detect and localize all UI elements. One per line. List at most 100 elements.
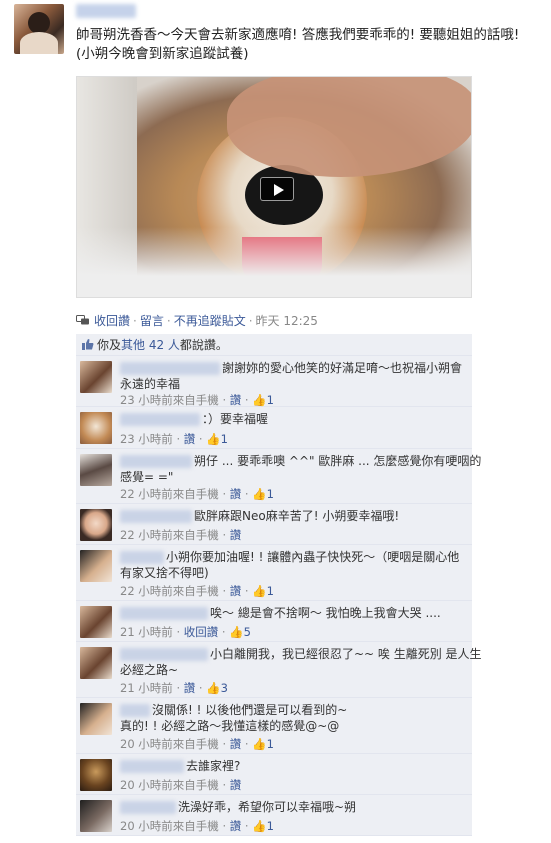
comment-text: 謝謝妳的愛心他笑的好滿足唷～也祝福小朔會 (222, 361, 463, 375)
like-count[interactable]: 1 (267, 584, 274, 598)
comment-text: 朔仔 ... 要乖乖噢 ^^" 歐胖麻 ... 怎麼感覺你有哽咽的 (194, 454, 482, 468)
like-link[interactable]: 讚 (230, 778, 242, 792)
thumbs-up-icon (82, 339, 94, 350)
comment: 謝謝妳的愛心他笑的好滿足唷～也祝福小朔會 永遠的幸福 23 小時前來自手機 · … (76, 356, 472, 407)
likes-prefix: 你及 (97, 338, 122, 352)
comment-meta: 22 小時前來自手機 · 讚 (120, 528, 242, 542)
retract-like-link[interactable]: 收回讚 (94, 314, 130, 328)
commenter-avatar[interactable] (80, 606, 112, 638)
unfollow-link[interactable]: 不再追蹤貼文 (174, 314, 246, 328)
separator: · (133, 314, 137, 328)
like-link[interactable]: 讚 (230, 528, 242, 542)
comment: 唉～ 總是會不捨啊～ 我怕晚上我會大哭 .... 21 小時前 · 收回讚 · … (76, 601, 472, 642)
like-count[interactable]: 5 (244, 625, 251, 639)
commenter-avatar[interactable] (80, 800, 112, 832)
thumbs-up-icon[interactable]: 👍 (252, 737, 266, 751)
thumbs-up-icon[interactable]: 👍 (252, 487, 266, 501)
like-link[interactable]: 讚 (230, 584, 242, 598)
comment-time[interactable]: 20 小時前來自手機 (120, 819, 219, 833)
like-link[interactable]: 讚 (230, 487, 242, 501)
comment-link[interactable]: 留言 (140, 314, 164, 328)
like-count[interactable]: 1 (221, 432, 228, 446)
comment-text-cont: 真的! ! 必經之路～我懂這樣的感覺@~@ (120, 719, 340, 733)
commenter-avatar[interactable] (80, 509, 112, 541)
comment-text: 唉～ 總是會不捨啊～ 我怕晚上我會大哭 .... (210, 606, 441, 620)
commenter-avatar[interactable] (80, 647, 112, 679)
separator: · (166, 314, 171, 328)
like-link[interactable]: 讚 (184, 681, 196, 695)
comment-meta: 21 小時前 · 讚 · 👍3 (120, 681, 228, 695)
like-count[interactable]: 1 (267, 393, 274, 407)
like-link[interactable]: 讚 (184, 432, 196, 446)
feedback-box: 你及其他 42 人都說讚。 謝謝妳的愛心他笑的好滿足唷～也祝福小朔會 永遠的幸福… (76, 334, 482, 836)
comment-text-cont: 感覺= =" (120, 470, 174, 484)
comment-text: 歐胖麻跟Neo麻辛苦了! 小朔要幸福哦! (194, 509, 400, 523)
comment: 小白離開我，我已經很忍了~~ 唉 生離死別 是人生 必經之路~ 21 小時前 ·… (76, 642, 482, 698)
like-count[interactable]: 1 (267, 819, 274, 833)
likes-suffix: 都說讚。 (179, 338, 228, 352)
like-link[interactable]: 讚 (230, 819, 242, 833)
comment-text: 小朔你要加油喔! ! 讓體內蟲子快快死～（哽咽是關心他 (166, 550, 460, 564)
play-icon[interactable] (260, 177, 294, 201)
comment-time[interactable]: 22 小時前來自手機 (120, 487, 219, 501)
commenter-avatar[interactable] (80, 454, 112, 486)
commenter-avatar[interactable] (80, 759, 112, 791)
comment-meta: 23 小時前來自手機 · 讚 · 👍1 (120, 393, 274, 407)
comment-text-cont: 必經之路~ (120, 663, 179, 677)
post-timestamp[interactable]: 昨天 12:25 (256, 314, 318, 328)
comment-time[interactable]: 22 小時前來自手機 (120, 584, 219, 598)
comment-meta: 20 小時前來自手機 · 讚 · 👍1 (120, 819, 274, 833)
thumbs-up-icon[interactable]: 👍 (206, 432, 220, 446)
like-count[interactable]: 1 (267, 737, 274, 751)
comment: 小朔你要加油喔! ! 讓體內蟲子快快死～（哽咽是關心他 有家又捨不得吧) 22 … (76, 545, 472, 601)
comment-meta: 22 小時前來自手機 · 讚 · 👍1 (120, 584, 274, 598)
thumbs-up-icon[interactable]: 👍 (252, 584, 266, 598)
comment: 洗澡好乖，希望你可以幸福哦~朔 20 小時前來自手機 · 讚 · 👍1 (76, 795, 472, 836)
comment-time[interactable]: 23 小時前來自手機 (120, 393, 219, 407)
hand (227, 77, 471, 177)
retract-like-link[interactable]: 收回讚 (184, 625, 219, 639)
comment-time[interactable]: 20 小時前來自手機 (120, 778, 219, 792)
comment-time[interactable]: 22 小時前來自手機 (120, 528, 219, 542)
video-thumbnail[interactable] (76, 76, 472, 298)
poster-name-redacted[interactable] (76, 4, 136, 18)
thumbs-up-icon[interactable]: 👍 (252, 819, 266, 833)
comment: 沒關係! ! 以後他們還是可以看到的~ 真的! ! 必經之路～我懂這樣的感覺@~… (76, 698, 472, 754)
like-link[interactable]: 讚 (230, 737, 242, 751)
comment-meta: 22 小時前來自手機 · 讚 · 👍1 (120, 487, 274, 501)
video-foreground (77, 227, 471, 297)
comment-meta: 23 小時前 · 讚 · 👍1 (120, 432, 228, 446)
thumbs-up-icon[interactable]: 👍 (206, 681, 220, 695)
like-count[interactable]: 3 (221, 681, 228, 695)
thumbs-up-icon[interactable]: 👍 (252, 393, 266, 407)
comment-time[interactable]: 23 小時前 (120, 432, 173, 446)
speech-bubbles-icon (76, 315, 89, 325)
comment: ：）要幸福喔 23 小時前 · 讚 · 👍1 (76, 407, 472, 449)
comment-text-cont: 有家又捨不得吧) (120, 566, 209, 580)
comment-text: 小白離開我，我已經很忍了~~ 唉 生離死別 是人生 (210, 647, 482, 661)
comment-text: 去誰家裡? (186, 759, 241, 773)
comment-text-cont: 永遠的幸福 (120, 377, 181, 391)
comment-time[interactable]: 21 小時前 (120, 681, 173, 695)
likes-summary: 你及其他 42 人都說讚。 (76, 334, 472, 356)
comment: 去誰家裡? 20 小時前來自手機 · 讚 (76, 754, 472, 795)
post-actions: 收回讚 · 留言 · 不再追蹤貼文 · 昨天 12:25 (76, 312, 318, 329)
commenter-avatar[interactable] (80, 703, 112, 735)
separator: · (248, 314, 253, 328)
comment: 歐胖麻跟Neo麻辛苦了! 小朔要幸福哦! 22 小時前來自手機 · 讚 (76, 504, 472, 545)
like-link[interactable]: 讚 (230, 393, 242, 407)
comment-text: 洗澡好乖，希望你可以幸福哦~朔 (178, 800, 357, 814)
commenter-avatar[interactable] (80, 361, 112, 393)
like-count[interactable]: 1 (267, 487, 274, 501)
likes-others-link[interactable]: 其他 42 人 (121, 338, 180, 352)
commenter-avatar[interactable] (80, 412, 112, 444)
comment-meta: 20 小時前來自手機 · 讚 (120, 778, 242, 792)
comment-text: ：）要幸福喔 (202, 412, 269, 426)
comment-time[interactable]: 20 小時前來自手機 (120, 737, 219, 751)
thumbs-up-icon[interactable]: 👍 (229, 625, 243, 639)
poster-avatar[interactable] (14, 4, 64, 54)
comment-text: 沒關係! ! 以後他們還是可以看到的~ (152, 703, 348, 717)
commenter-avatar[interactable] (80, 550, 112, 582)
post-message: 帥哥朔洗香香～今天會去新家適應唷! 答應我們要乖乖的! 要聽姐姐的話哦! (小朔… (76, 27, 520, 62)
comment-time[interactable]: 21 小時前 (120, 625, 173, 639)
